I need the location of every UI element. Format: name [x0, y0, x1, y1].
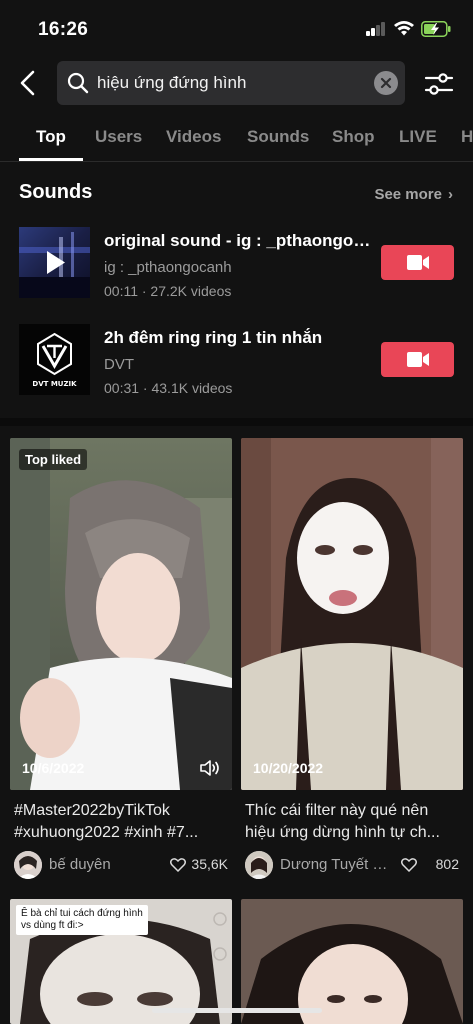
filter-settings-icon[interactable]: [424, 70, 454, 98]
video-thumbnail[interactable]: 10/20/2022: [241, 438, 463, 790]
search-tabs: Top Users Videos Sounds Shop LIVE H: [0, 118, 473, 162]
video-thumbnail[interactable]: Top liked 10/6/2022: [10, 438, 232, 790]
cover-text: DVT MUZIK: [32, 380, 77, 388]
video-desc-line: hiệu ứng dừng hình tự ch...: [245, 824, 440, 841]
top-liked-badge: Top liked: [19, 449, 88, 470]
like-count: 802: [435, 856, 459, 872]
home-indicator[interactable]: [152, 1008, 322, 1013]
signal-icon: [366, 22, 386, 36]
sound-meta: 00:31 · 43.1K videos: [104, 380, 233, 396]
active-tab-indicator: [19, 158, 83, 161]
status-time: 16:26: [38, 19, 89, 40]
dvt-logo: DVT MUZIK: [19, 324, 90, 395]
search-row: hiệu ứng đứng hình: [0, 58, 473, 110]
sound-meta: 00:11 · 27.2K videos: [104, 283, 232, 299]
avatar[interactable]: [14, 851, 42, 879]
search-query: hiệu ứng đứng hình: [97, 73, 247, 92]
sound-title: original sound - ig : _pthaongocanh: [104, 231, 374, 250]
tab-top[interactable]: Top: [36, 127, 66, 147]
tab-shop[interactable]: Shop: [332, 127, 375, 147]
sound-artist: DVT: [104, 356, 134, 373]
search-icon: [67, 72, 89, 94]
video-thumbnail[interactable]: Ê bà chỉ tui cách đứng hình vs dùng ft đ…: [10, 899, 232, 1024]
sounds-section-title: Sounds: [19, 181, 93, 203]
tab-sounds[interactable]: Sounds: [247, 127, 309, 147]
sound-item[interactable]: DVT MUZIK 2h đêm ring ring 1 tin nhắn DV…: [0, 324, 473, 400]
see-more-link[interactable]: See more ›: [374, 186, 453, 203]
sound-cover[interactable]: DVT MUZIK: [19, 324, 90, 395]
author-row[interactable]: Dương Tuyết M... 802: [245, 850, 461, 880]
play-icon: [47, 251, 65, 274]
tab-videos[interactable]: Videos: [166, 127, 221, 147]
heart-icon: [401, 858, 417, 872]
back-arrow-icon[interactable]: [14, 68, 44, 98]
tab-live[interactable]: LIVE: [399, 127, 437, 147]
video-caption-overlay: Ê bà chỉ tui cách đứng hình vs dùng ft đ…: [16, 905, 148, 935]
close-icon: [380, 77, 392, 89]
video-desc-line: Thíc cái filter này qué nên: [245, 802, 429, 819]
section-divider: [0, 418, 473, 426]
tab-hashtags[interactable]: H: [461, 127, 473, 147]
video-date: 10/20/2022: [253, 760, 324, 776]
tab-users[interactable]: Users: [95, 127, 142, 147]
heart-icon: [170, 858, 186, 872]
video-desc-line: #Master2022byTikTok: [14, 802, 170, 819]
sound-title: 2h đêm ring ring 1 tin nhắn: [104, 328, 323, 347]
author-row[interactable]: bế duyên 35,6K: [14, 850, 230, 880]
use-sound-button[interactable]: [381, 245, 454, 280]
video-desc-line: #xuhuong2022 #xinh #7...: [14, 824, 199, 841]
search-input[interactable]: hiệu ứng đứng hình: [57, 61, 405, 105]
chevron-right-icon: ›: [448, 186, 453, 203]
author-name[interactable]: bế duyên: [49, 856, 111, 873]
speaker-icon[interactable]: [199, 758, 221, 778]
video-description: #Master2022byTikTok #xuhuong2022 #xinh #…: [14, 800, 230, 844]
author-name[interactable]: Dương Tuyết M...: [280, 856, 396, 873]
video-description: Thíc cái filter này qué nên hiệu ứng dừn…: [245, 800, 461, 844]
sound-item[interactable]: original sound - ig : _pthaongocanh ig :…: [0, 227, 473, 303]
see-more-label: See more: [374, 186, 442, 203]
video-camera-icon: [407, 255, 429, 270]
sound-cover[interactable]: [19, 227, 90, 298]
video-date: 10/6/2022: [22, 760, 85, 776]
video-thumbnail[interactable]: [241, 899, 463, 1024]
battery-icon: [421, 21, 451, 37]
avatar[interactable]: [245, 851, 273, 879]
video-camera-icon: [407, 352, 429, 367]
use-sound-button[interactable]: [381, 342, 454, 377]
sound-artist: ig : _pthaongocanh: [104, 259, 232, 276]
clear-search-button[interactable]: [374, 71, 398, 95]
wifi-icon: [394, 21, 414, 36]
status-bar: 16:26: [0, 0, 473, 58]
like-count: 35,6K: [191, 856, 228, 872]
